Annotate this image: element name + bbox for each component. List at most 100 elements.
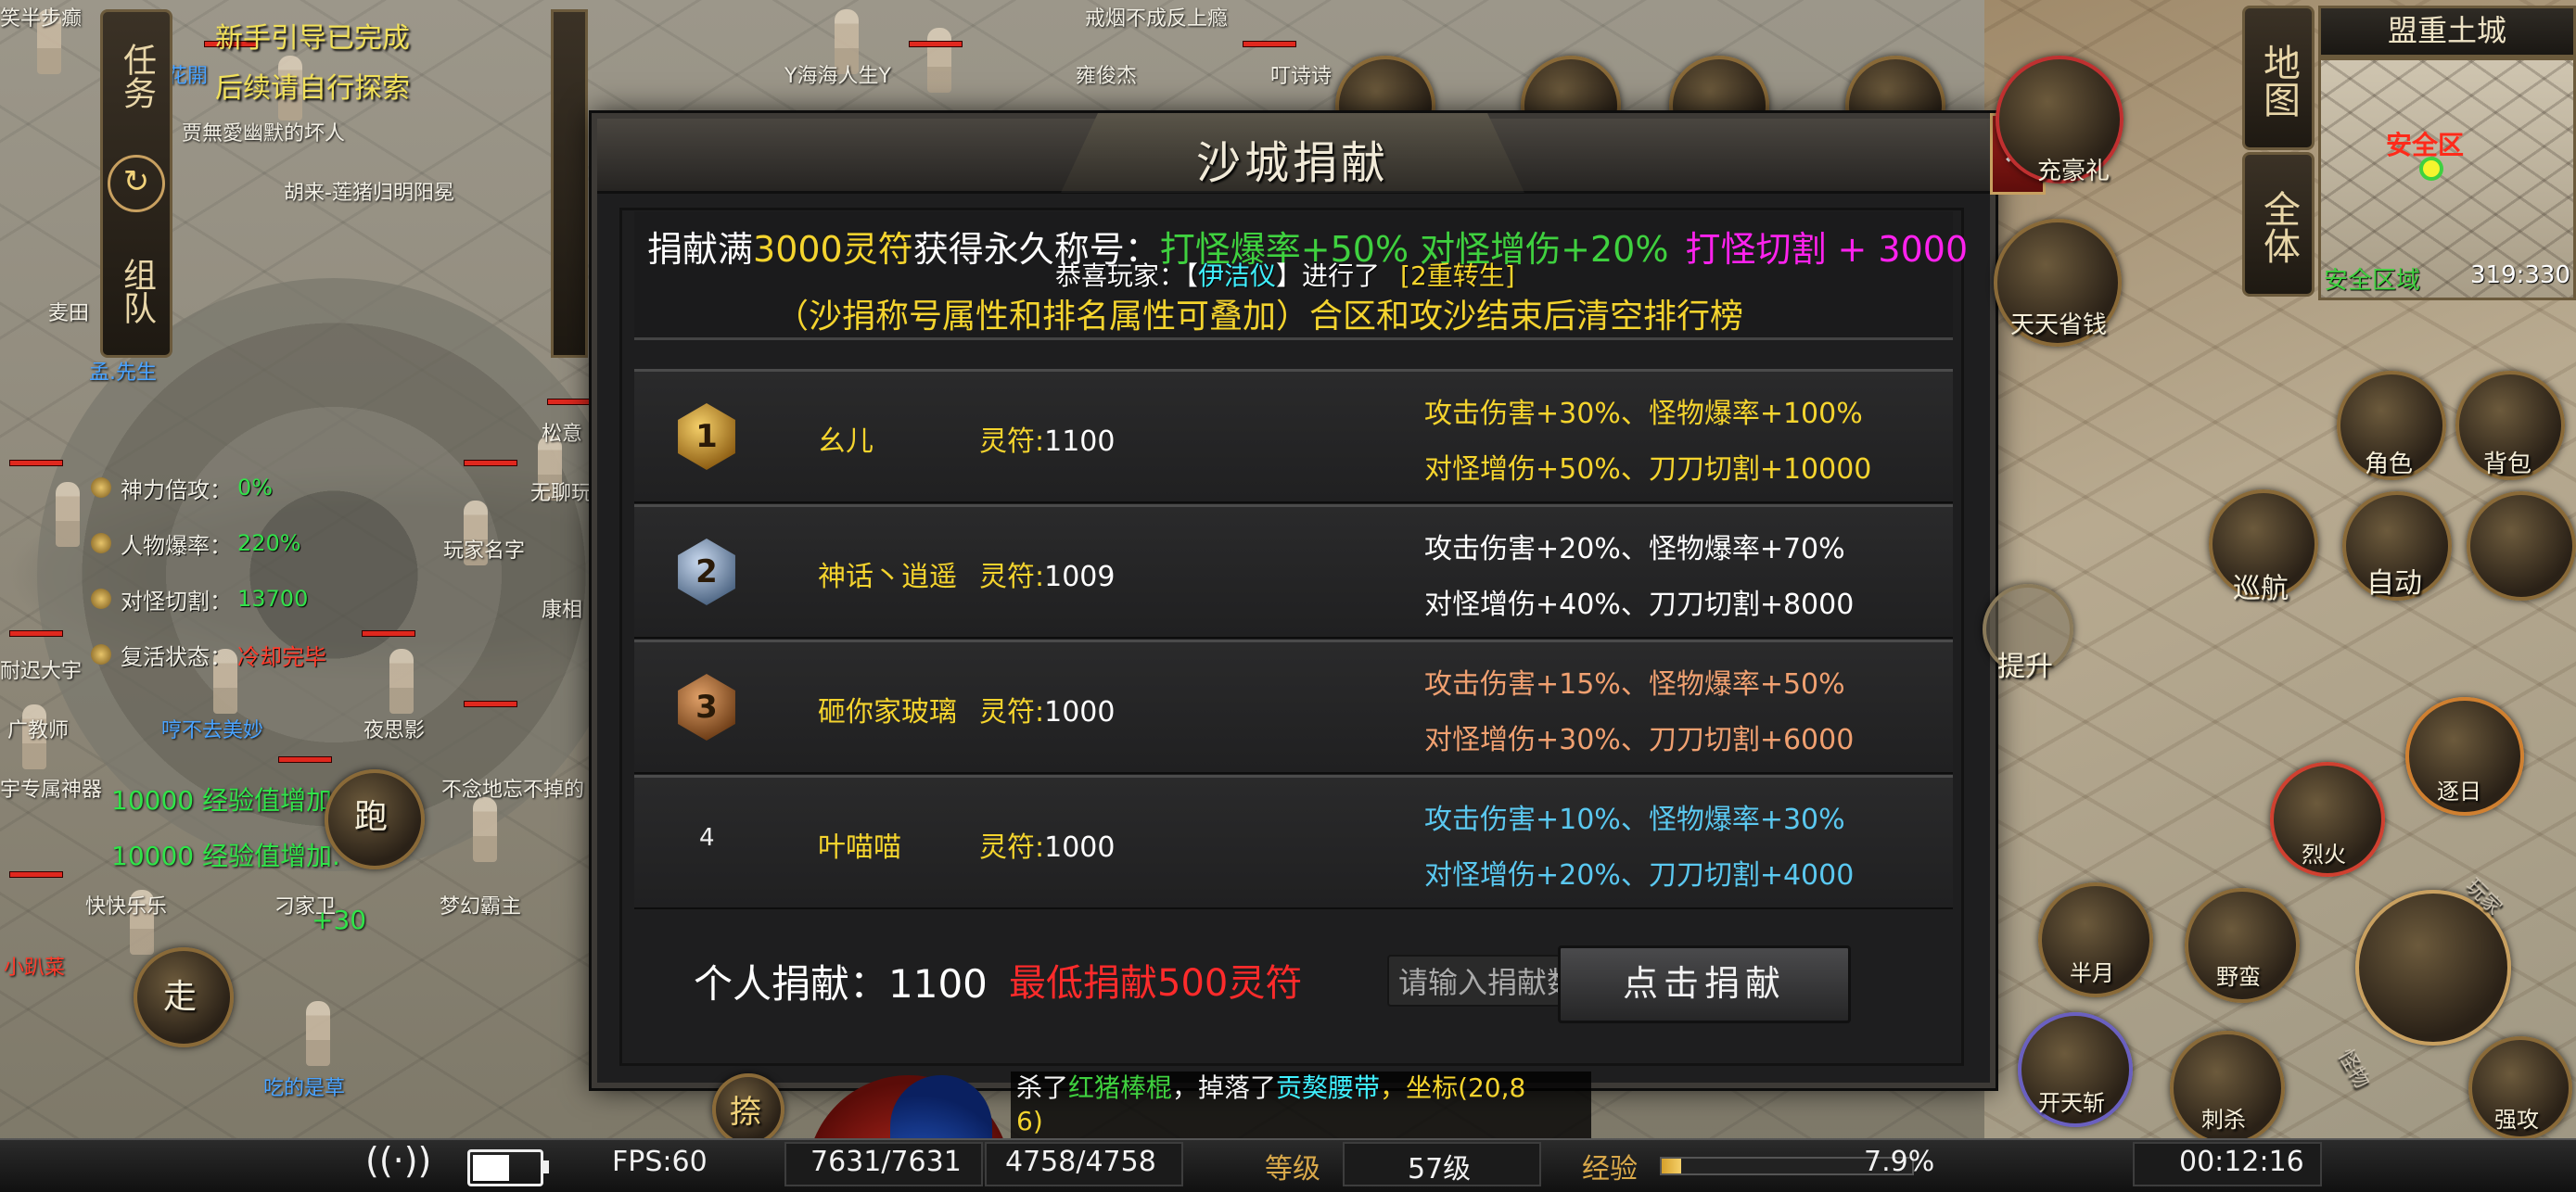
rank-number: 4 <box>699 824 715 852</box>
player-position-marker <box>2423 160 2440 177</box>
npc-name[interactable]: 无聊玩 <box>530 476 592 506</box>
ranking-row: 2 神话丶逍遥 灵符:1009 攻击伤害+20%、怪物爆率+70% 对怪增伤+40%、刀… <box>634 504 1953 639</box>
amount-value: 1000 <box>1044 696 1116 729</box>
npc-hp-bar <box>464 701 517 707</box>
quest-team-tabs: 任务 ↻ 组队 <box>100 9 172 358</box>
buff-value: 220% <box>237 530 301 556</box>
ranking-row: 1 幺儿 灵符:1100 攻击伤害+30%、怪物爆率+100% 对怪增伤+50%、刀刀切… <box>634 369 1953 503</box>
damage-number: +30 <box>312 905 367 935</box>
amount-value: 1100 <box>1044 425 1116 458</box>
donor-name: 砸你家玻璃 <box>818 696 957 729</box>
npc-figure[interactable] <box>473 797 497 862</box>
tab-quest[interactable]: 任务 <box>115 25 158 127</box>
npc-name[interactable]: 哼不去美妙 <box>161 714 263 743</box>
npc-name[interactable]: 雍俊杰 <box>1076 59 1137 89</box>
npc-name[interactable]: 广教师 <box>7 714 69 743</box>
rank-medal-icon: 3 <box>678 674 735 741</box>
walk-label: 走 <box>162 978 197 1016</box>
npc-hp-bar <box>1243 41 1296 47</box>
npc-figure[interactable] <box>389 649 414 714</box>
congrats-broadcast: 恭喜玩家：【伊洁仪】进行了 [2重转生] <box>1055 256 1515 293</box>
rank-reward-line-1: 攻击伤害+10%、怪物爆率+30% <box>1424 804 1845 836</box>
fps-counter: FPS:60 <box>612 1146 708 1178</box>
rank-reward-line-2: 对怪增伤+30%、刀刀切割+6000 <box>1424 724 1855 756</box>
npc-figure[interactable] <box>306 1001 330 1066</box>
skill-label: 刺杀 <box>2201 1107 2246 1133</box>
minimap-safe-zone-label: 安全区 <box>2386 130 2465 160</box>
donor-amount: 灵符:1009 <box>979 553 1115 594</box>
rank-medal-icon: 2 <box>678 539 735 605</box>
npc-name[interactable]: 笑半步癫 <box>0 2 82 32</box>
quest-panel-collapse-handle[interactable] <box>551 9 588 358</box>
npc-hp-bar <box>9 460 63 466</box>
npc-name[interactable]: 梦幻霸主 <box>440 890 521 919</box>
toggle-panel-icon[interactable]: ↻ <box>108 155 165 212</box>
notice-part: 捐献满 <box>647 229 754 270</box>
tab-team[interactable]: 组队 <box>115 240 158 342</box>
skill-label: 半月 <box>2070 960 2114 986</box>
level-label: 等级 <box>1265 1153 1320 1186</box>
donor-amount: 灵符:1000 <box>979 824 1115 865</box>
npc-name[interactable]: 玩家名字 <box>443 534 525 564</box>
tab-map-label: 地图 <box>2257 44 2300 118</box>
npc-name[interactable]: 夜思影 <box>363 714 425 743</box>
amount-label: 灵符: <box>979 561 1045 593</box>
exp-gain-notice: 10000 经验值增加. <box>111 841 340 871</box>
daily-saving-label: 天天省钱 <box>2009 311 2107 339</box>
wifi-icon: ((·)) <box>365 1140 432 1181</box>
buff-status-panel: 神力倍攻： 0% 人物爆率： 220% 对怪切割： 13700 复活状态： 冷却完毕 <box>91 460 326 682</box>
buff-value: 冷却完毕 <box>237 643 326 670</box>
npc-name[interactable]: 麦田 <box>48 297 89 326</box>
npc-hp-bar <box>909 41 963 47</box>
npc-name[interactable]: 松意 <box>542 417 582 447</box>
npc-name[interactable]: Y海海人生Y <box>784 59 891 89</box>
npc-name[interactable]: 康相 <box>542 593 582 623</box>
npc-name[interactable]: 宇专属神器 <box>0 773 102 803</box>
amount-label: 灵符: <box>979 831 1045 864</box>
npc-figure[interactable] <box>56 482 80 547</box>
tab-map[interactable]: 地图 <box>2242 6 2315 150</box>
chat-part: 红猪棒棍 <box>1068 1072 1173 1103</box>
ranking-row: 3 砸你家玻璃 灵符:1000 攻击伤害+15%、怪物爆率+50% 对怪增伤+30%、刀… <box>634 640 1953 774</box>
npc-name[interactable]: 不念地忘不掉的 <box>441 773 584 803</box>
buff-row: 复活状态： 冷却完毕 <box>91 627 326 682</box>
npc-name[interactable]: 吃的是草 <box>263 1072 345 1101</box>
npc-name[interactable]: 快快乐乐 <box>85 890 167 919</box>
buff-label: 对怪切割： <box>121 588 232 615</box>
personal-donation: 个人捐献：1100 <box>694 953 988 1009</box>
rank-reward-line-2: 对怪增伤+50%、刀刀切割+10000 <box>1424 453 1872 486</box>
sand-city-donation-dialog: 沙城捐献 捐献满3000灵符获得永久称号：打怪爆率+50% 对怪增伤+20% 打怪… <box>592 113 1996 1088</box>
buff-icon <box>91 533 111 553</box>
buff-icon <box>91 589 111 609</box>
recharge-gift-label: 充豪礼 <box>2036 158 2110 185</box>
donor-name: 幺儿 <box>818 425 874 458</box>
battery-icon <box>467 1149 549 1186</box>
npc-name[interactable]: 孟.先生 <box>89 356 157 386</box>
donate-button[interactable]: 点击捐献 <box>1558 945 1851 1023</box>
patrol-label: 巡航 <box>2233 573 2289 605</box>
quest-guide-text[interactable]: 新手引导已完成 后续请自行探索 <box>215 15 410 106</box>
npc-name[interactable]: 花開 <box>167 59 208 89</box>
chat-part: 6) <box>1016 1106 1043 1136</box>
rank-reward-line-1: 攻击伤害+15%、怪物爆率+50% <box>1424 668 1845 701</box>
minimum-donation-note: 最低捐献500灵符 <box>1009 962 1303 1005</box>
npc-name[interactable]: 小趴菜 <box>4 951 65 981</box>
donor-amount: 灵符:1100 <box>979 418 1115 459</box>
chat-part: 贡獒腰带 <box>1276 1072 1381 1103</box>
skill-menu-icon[interactable] <box>2467 491 2576 601</box>
npc-name[interactable]: 叮诗诗 <box>1270 59 1332 89</box>
system-chat-message: 杀了红猪棒棍，掉落了贡獒腰带，坐标(20,8 6) <box>1011 1072 1591 1140</box>
npc-figure[interactable] <box>927 28 951 93</box>
chat-part: ，掉落了 <box>1172 1072 1277 1103</box>
npc-name[interactable]: 贾無愛幽默的坏人 <box>182 117 345 146</box>
npc-name[interactable]: 耐迟大宇 <box>0 654 82 684</box>
donor-name: 神话丶逍遥 <box>818 561 957 593</box>
buff-row: 人物爆率： 220% <box>91 515 326 571</box>
buff-value: 13700 <box>237 586 309 612</box>
tab-all[interactable]: 全体 <box>2242 152 2315 297</box>
player-coordinates: 319:330 <box>2470 261 2571 289</box>
npc-name[interactable]: 戒烟不成反上瘾 <box>1085 2 1228 32</box>
npc-name[interactable]: 胡来-莲猪归明阳冕 <box>284 176 454 206</box>
notice-part: 3000灵符 <box>753 229 913 270</box>
auto-battle-label: 自动 <box>2366 567 2422 600</box>
